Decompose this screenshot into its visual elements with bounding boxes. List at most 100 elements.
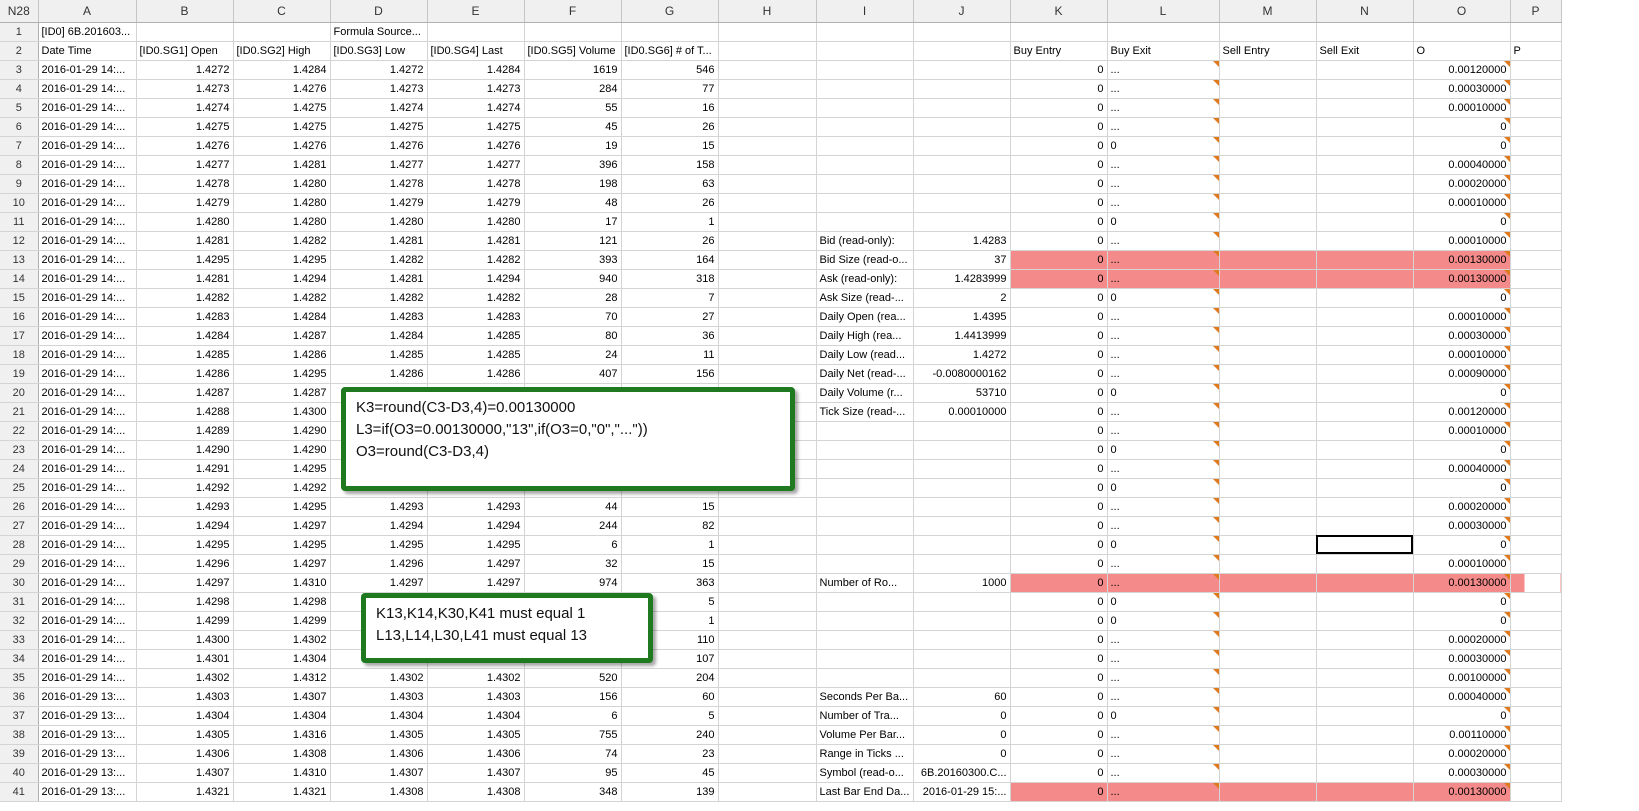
cell-M[interactable] xyxy=(1219,345,1317,365)
cell-F[interactable]: 6 xyxy=(524,535,622,555)
cell-K[interactable]: 0 xyxy=(1010,345,1108,365)
cell-N[interactable] xyxy=(1316,573,1414,593)
cell-H[interactable] xyxy=(718,535,817,555)
cell-G[interactable]: 158 xyxy=(621,155,719,175)
cell-F[interactable]: 198 xyxy=(524,174,622,194)
row-header[interactable]: 11 xyxy=(0,212,39,232)
cell-P[interactable] xyxy=(1510,174,1562,194)
cell-I[interactable] xyxy=(816,174,914,194)
cell-M[interactable] xyxy=(1219,611,1317,631)
cell-P[interactable] xyxy=(1510,269,1562,289)
cell-O[interactable]: 0.00130000 xyxy=(1413,573,1511,593)
cell-E[interactable]: 1.4273 xyxy=(427,79,525,99)
column-header-O[interactable]: O xyxy=(1413,0,1511,23)
cell-B[interactable]: 1.4307 xyxy=(136,763,234,783)
cell-A[interactable]: 2016-01-29 14:... xyxy=(38,535,137,555)
cell-I[interactable] xyxy=(816,79,914,99)
cell-P[interactable] xyxy=(1510,706,1562,726)
cell-K[interactable]: 0 xyxy=(1010,231,1108,251)
cell-P[interactable] xyxy=(1510,782,1562,802)
cell-M[interactable] xyxy=(1219,364,1317,384)
cell-I[interactable]: Volume Per Bar... xyxy=(816,725,914,745)
cell-E[interactable]: 1.4304 xyxy=(427,706,525,726)
row-header[interactable]: 38 xyxy=(0,725,39,745)
cell-P[interactable] xyxy=(1510,516,1562,536)
column-header-K[interactable]: K xyxy=(1010,0,1108,23)
cell-O[interactable]: 0.00130000 xyxy=(1413,269,1511,289)
cell-M[interactable] xyxy=(1219,440,1317,460)
cell-M[interactable] xyxy=(1219,60,1317,80)
cell-I[interactable] xyxy=(816,478,914,498)
cell-A[interactable]: 2016-01-29 13:... xyxy=(38,706,137,726)
cell-F[interactable]: 80 xyxy=(524,326,622,346)
cell-B[interactable]: 1.4287 xyxy=(136,383,234,403)
cell-J[interactable] xyxy=(913,459,1011,479)
cell-A[interactable]: 2016-01-29 14:... xyxy=(38,98,137,118)
row-header[interactable]: 18 xyxy=(0,345,39,365)
cell-C[interactable]: 1.4297 xyxy=(233,516,331,536)
cell-L[interactable]: 0 xyxy=(1107,611,1220,631)
cell-J[interactable]: 6B.20160300.C... xyxy=(913,763,1011,783)
cell-F[interactable]: 244 xyxy=(524,516,622,536)
column-header-P[interactable]: P xyxy=(1510,0,1562,23)
cell-C[interactable]: 1.4302 xyxy=(233,630,331,650)
row-header[interactable]: 4 xyxy=(0,79,39,99)
cell-M[interactable] xyxy=(1219,307,1317,327)
cell-K[interactable]: 0 xyxy=(1010,307,1108,327)
cell-F[interactable]: 74 xyxy=(524,744,622,764)
cell-B[interactable]: 1.4292 xyxy=(136,478,234,498)
cell-M[interactable] xyxy=(1219,782,1317,802)
cell-F[interactable]: 70 xyxy=(524,307,622,327)
cell-C2[interactable]: [ID0.SG2] High xyxy=(233,41,331,61)
cell-M[interactable] xyxy=(1219,535,1317,555)
cell-H[interactable] xyxy=(718,649,817,669)
cell-E[interactable]: 1.4295 xyxy=(427,535,525,555)
cell-J[interactable] xyxy=(913,668,1011,688)
cell-L[interactable]: 0 xyxy=(1107,478,1220,498)
cell-I[interactable]: Last Bar End Da... xyxy=(816,782,914,802)
cell-H[interactable] xyxy=(718,136,817,156)
cell-F[interactable]: 520 xyxy=(524,668,622,688)
cell-K[interactable]: 0 xyxy=(1010,60,1108,80)
cell-F[interactable]: 156 xyxy=(524,687,622,707)
cell-N[interactable] xyxy=(1316,687,1414,707)
row-header[interactable]: 27 xyxy=(0,516,39,536)
cell-C[interactable]: 1.4310 xyxy=(233,763,331,783)
cell-A[interactable]: 2016-01-29 14:... xyxy=(38,516,137,536)
cell-G[interactable]: 546 xyxy=(621,60,719,80)
cell-P[interactable] xyxy=(1510,554,1562,574)
cell-J[interactable] xyxy=(913,136,1011,156)
cell-L[interactable]: ... xyxy=(1107,231,1220,251)
cell-K[interactable]: 0 xyxy=(1010,744,1108,764)
cell-A[interactable]: 2016-01-29 14:... xyxy=(38,611,137,631)
cell-A[interactable]: 2016-01-29 13:... xyxy=(38,744,137,764)
cell-C[interactable]: 1.4307 xyxy=(233,687,331,707)
cell-K[interactable]: 0 xyxy=(1010,725,1108,745)
cell-A[interactable]: 2016-01-29 14:... xyxy=(38,421,137,441)
cell-P[interactable] xyxy=(1510,98,1562,118)
cell-A[interactable]: 2016-01-29 14:... xyxy=(38,212,137,232)
cell-A[interactable]: 2016-01-29 14:... xyxy=(38,193,137,213)
cell-O[interactable]: 0.00090000 xyxy=(1413,364,1511,384)
row-header[interactable]: 33 xyxy=(0,630,39,650)
cell-G[interactable]: 27 xyxy=(621,307,719,327)
cell-A[interactable]: 2016-01-29 14:... xyxy=(38,250,137,270)
cell-P1[interactable] xyxy=(1510,22,1562,42)
cell-C[interactable]: 1.4298 xyxy=(233,592,331,612)
cell-E[interactable]: 1.4284 xyxy=(427,60,525,80)
cell-K[interactable]: 0 xyxy=(1010,687,1108,707)
column-header-G[interactable]: G xyxy=(621,0,719,23)
cell-K[interactable]: 0 xyxy=(1010,421,1108,441)
cell-K[interactable]: 0 xyxy=(1010,782,1108,802)
cell-N[interactable] xyxy=(1316,497,1414,517)
cell-M[interactable] xyxy=(1219,592,1317,612)
cell-M[interactable] xyxy=(1219,136,1317,156)
cell-A1[interactable]: [ID0] 6B.201603... xyxy=(38,22,137,42)
cell-N[interactable] xyxy=(1316,649,1414,669)
cell-P[interactable] xyxy=(1510,535,1562,555)
cell-G[interactable]: 82 xyxy=(621,516,719,536)
cell-O[interactable]: 0.00010000 xyxy=(1413,421,1511,441)
cell-C[interactable]: 1.4280 xyxy=(233,193,331,213)
cell-D[interactable]: 1.4280 xyxy=(330,212,428,232)
cell-G[interactable]: 16 xyxy=(621,98,719,118)
